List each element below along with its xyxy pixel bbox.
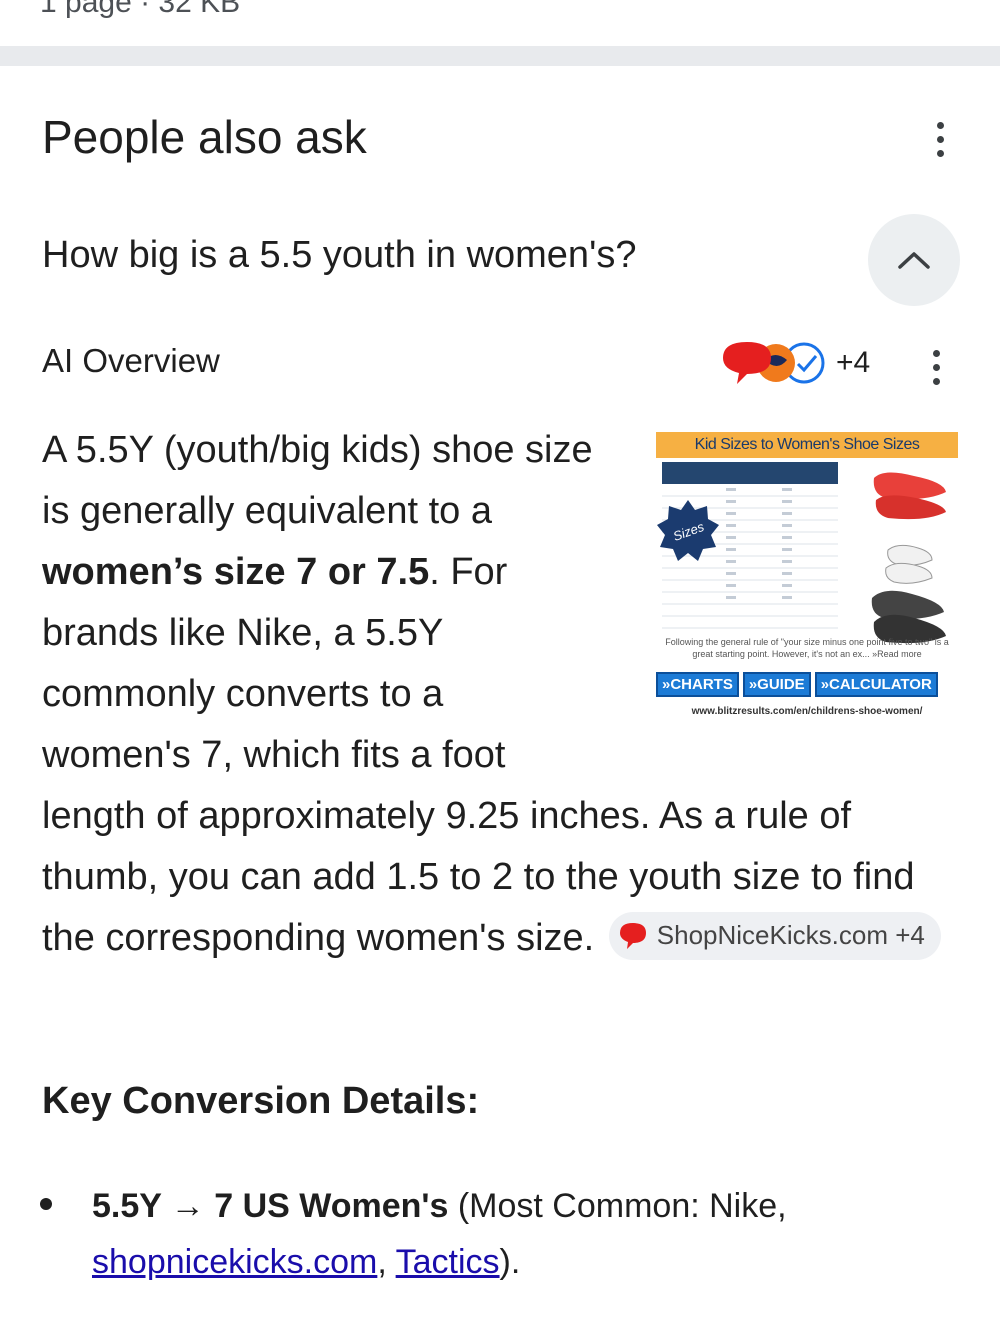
key-details-heading: Key Conversion Details:	[42, 1080, 480, 1122]
bullet-text: (Most Common: Nike,	[448, 1187, 787, 1225]
ai-overview-answer: A 5.5Y (youth/big kids) shoe size is gen…	[42, 420, 942, 969]
source-favicons[interactable]	[718, 336, 828, 392]
chevron-up-icon	[898, 252, 930, 269]
link-shopnicekicks[interactable]: shopnicekicks.com	[92, 1243, 377, 1281]
question-text[interactable]: How big is a 5.5 youth in women's?	[42, 234, 636, 277]
more-options-icon[interactable]	[934, 122, 946, 157]
shopnicekicks-favicon	[619, 922, 646, 949]
bullet-separator: ,	[377, 1243, 396, 1281]
bullet-marker	[40, 1198, 52, 1210]
sources-more-count[interactable]: +4	[836, 346, 870, 380]
section-divider	[0, 46, 1000, 66]
collapse-button[interactable]	[868, 214, 960, 306]
list-item: 5.5Y → 7 US Women's (Most Common: Nike, …	[92, 1178, 962, 1290]
people-also-ask-title: People also ask	[42, 111, 367, 163]
previous-result-meta: 1 page · 32 KB	[40, 0, 241, 19]
answer-highlight: women’s size 7 or 7.5	[42, 551, 430, 593]
link-tactics[interactable]: Tactics	[396, 1243, 500, 1281]
source-chip-label: ShopNiceKicks.com +4	[656, 920, 925, 951]
bullet-bold: 5.5Y → 7 US Women's	[92, 1187, 449, 1225]
ai-overview-options-icon[interactable]	[930, 350, 942, 385]
ai-overview-label: AI Overview	[42, 342, 220, 379]
source-chip[interactable]: ShopNiceKicks.com +4	[608, 911, 941, 960]
bullet-end: ).	[499, 1243, 521, 1281]
answer-text-part1: A 5.5Y (youth/big kids) shoe size is gen…	[42, 429, 593, 532]
